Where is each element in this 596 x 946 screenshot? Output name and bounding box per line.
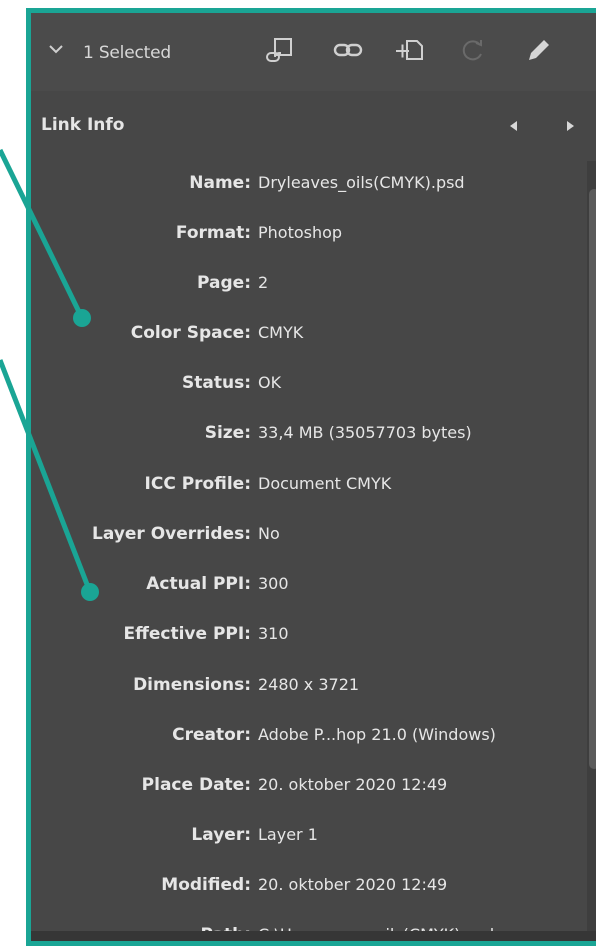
info-value: CMYK [258,323,304,342]
next-arrow-icon[interactable] [561,117,579,135]
relink-icon[interactable] [393,33,427,67]
info-value: Layer 1 [258,825,318,844]
info-key: Size: [204,423,251,443]
screenshot-stage: 1 Selected Link Info Name: Dryleaves_oil… [0,0,596,946]
info-key: Page: [197,273,251,293]
info-row-place-date: Place Date: 20. oktober 2020 12:49 [31,775,591,825]
relink-from-folder-icon[interactable] [263,33,297,67]
info-value: 2 [258,273,269,292]
info-key: Place Date: [141,775,251,795]
section-title: Link Info [41,115,125,135]
info-key: Actual PPI: [146,574,251,594]
edit-original-icon[interactable] [521,33,555,67]
info-value: Dryleaves_oils(CMYK).psd [258,173,465,192]
info-value: 20. oktober 2020 12:49 [258,775,448,794]
info-row-status: Status: OK [31,373,591,423]
info-value: 33,4 MB (35057703 bytes) [258,423,472,442]
info-row-size: Size: 33,4 MB (35057703 bytes) [31,423,591,473]
info-key: Name: [189,173,251,193]
info-row-creator: Creator: Adobe P...hop 21.0 (Windows) [31,725,591,775]
info-row-page: Page: 2 [31,273,591,323]
info-key: Creator: [172,725,251,745]
collapse-chevron-icon[interactable] [45,39,67,59]
info-row-color-space: Color Space: CMYK [31,323,591,373]
update-link-icon[interactable] [455,33,489,67]
info-key: Color Space: [130,323,251,343]
link-info-header: Link Info [31,91,596,161]
info-key: Effective PPI: [123,624,251,644]
info-value: 2480 x 3721 [258,675,360,694]
info-value: Adobe P...hop 21.0 (Windows) [258,725,496,744]
previous-arrow-icon[interactable] [505,117,523,135]
info-key: Layer Overrides: [92,524,251,544]
selection-count: 1 Selected [83,43,171,63]
info-row-actual-ppi: Actual PPI: 300 [31,574,591,624]
info-key: Dimensions: [133,675,251,695]
info-row-effective-ppi: Effective PPI: 310 [31,624,591,674]
scrollbar-thumb[interactable] [589,189,596,769]
info-key: Format: [175,223,251,243]
info-value: No [258,524,280,543]
info-value: OK [258,373,282,392]
info-key: ICC Profile: [144,474,251,494]
info-row-format: Format: Photoshop [31,223,591,273]
info-value: Photoshop [258,223,343,242]
info-row-icc-profile: ICC Profile: Document CMYK [31,474,591,524]
info-key: Status: [182,373,251,393]
info-key: Layer: [191,825,251,845]
info-row-name: Name: Dryleaves_oils(CMYK).psd [31,173,591,223]
info-value: 310 [258,624,289,643]
info-row-layer: Layer: Layer 1 [31,825,591,875]
info-value: 20. oktober 2020 12:49 [258,875,448,894]
info-value: 300 [258,574,289,593]
info-value: Document CMYK [258,474,392,493]
chain-link-icon[interactable] [331,33,365,67]
panel-bottom-edge [31,931,596,941]
info-row-modified: Modified: 20. oktober 2020 12:49 [31,875,591,925]
panel-header: 1 Selected [31,13,596,91]
info-row-layer-overrides: Layer Overrides: No [31,524,591,574]
links-panel: 1 Selected Link Info Name: Dryleaves_oil… [26,8,596,946]
info-row-dimensions: Dimensions: 2480 x 3721 [31,675,591,725]
info-key: Modified: [161,875,251,895]
scrollbar[interactable] [587,161,596,941]
